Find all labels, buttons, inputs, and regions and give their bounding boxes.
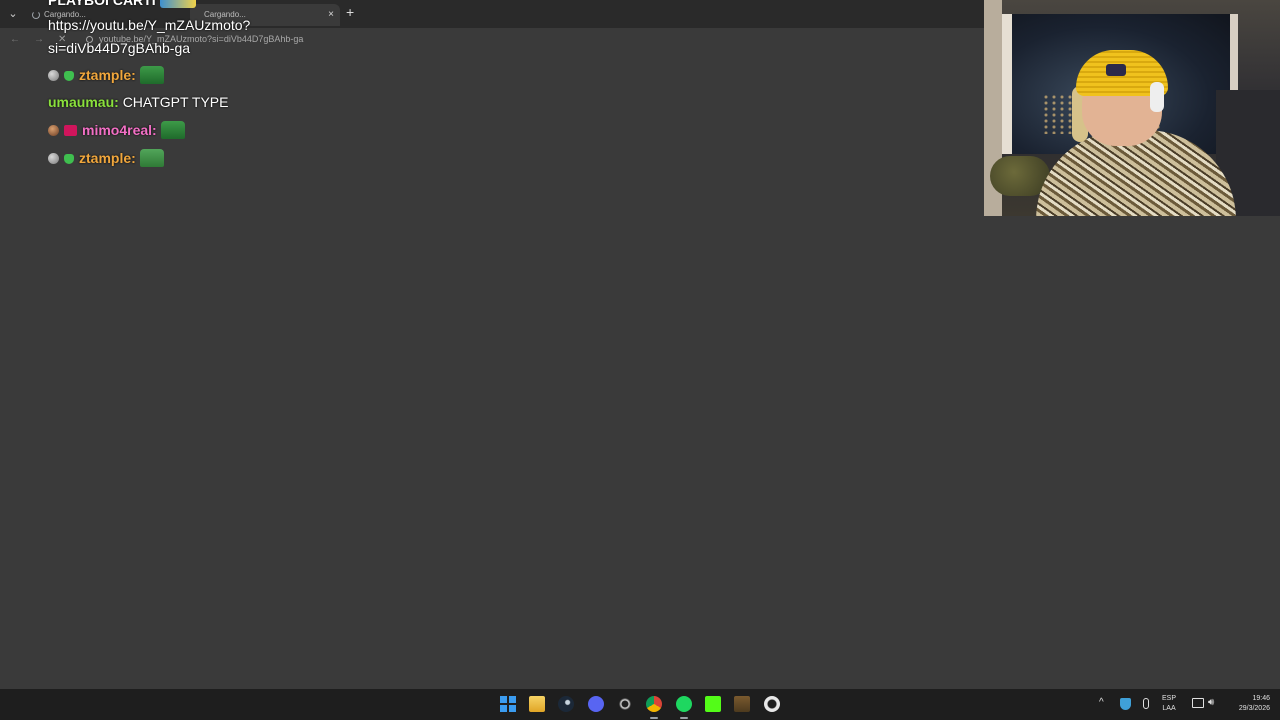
message-text: CHATGPT TYPE — [122, 94, 229, 110]
chat-message: ztample: — [48, 149, 164, 167]
running-app-indicator — [680, 717, 688, 719]
chat-link-line2: si=diVb44D7gBAhb-ga — [48, 40, 191, 56]
subscriber-badge-icon — [64, 154, 74, 164]
chat-message: ztample: — [48, 66, 164, 84]
volume-icon[interactable]: 🔊︎ — [1208, 697, 1214, 720]
new-tab-button[interactable]: + — [346, 4, 354, 20]
back-arrow-icon[interactable]: ← — [10, 34, 20, 45]
beanie-logo — [1106, 64, 1126, 76]
sub-badge-icon — [64, 125, 77, 136]
obs-icon[interactable] — [617, 696, 633, 712]
ccleaner-icon[interactable] — [764, 696, 780, 712]
file-explorer-icon[interactable] — [529, 696, 545, 712]
microphone-icon[interactable] — [1143, 698, 1149, 709]
spotify-icon[interactable] — [676, 696, 692, 712]
username-separator: : — [131, 67, 136, 83]
chat-message: mimo4real: — [48, 121, 185, 139]
security-shield-icon[interactable] — [1120, 698, 1131, 710]
headphones — [1150, 82, 1164, 112]
windows-start-icon[interactable] — [500, 696, 516, 712]
chat-username: ztample — [79, 67, 132, 83]
keyboard-layout: LAA — [1162, 705, 1176, 712]
forward-arrow-icon[interactable]: → — [34, 34, 44, 45]
chat-username: mimo4real — [82, 122, 153, 138]
moderator-badge-icon — [48, 70, 59, 81]
discord-icon[interactable] — [588, 696, 604, 712]
webcam-feed — [984, 0, 1280, 216]
loading-spinner-icon — [32, 11, 40, 19]
minecraft-icon[interactable] — [734, 696, 750, 712]
tab-search-chevron-icon[interactable]: ⌄ — [4, 5, 22, 23]
chat-username: umaumau — [48, 94, 115, 110]
emote-icon — [160, 121, 185, 139]
windows-taskbar: ^ ESP LAA 🔊︎ 19:46 29/3/2026 — [0, 689, 1280, 720]
clock-button[interactable]: 19:46 29/3/2026 — [1226, 694, 1270, 720]
username-separator: : — [131, 150, 136, 166]
chat-link-line1: https://youtu.be/Y_mZAUzmoto? — [48, 17, 251, 33]
emote-icon — [139, 66, 164, 84]
clock-time: 19:46 — [1252, 695, 1270, 702]
avatar-badge-icon — [48, 125, 59, 136]
moderator-badge-icon — [48, 153, 59, 164]
network-icon[interactable] — [1192, 698, 1204, 708]
kick-icon[interactable] — [705, 696, 721, 712]
subscriber-badge-icon — [64, 71, 74, 81]
chat-username: ztample — [79, 150, 132, 166]
input-language-button[interactable]: ESP LAA — [1162, 694, 1176, 720]
close-tab-icon[interactable]: × — [328, 4, 334, 26]
active-app-indicator — [650, 717, 658, 719]
chrome-icon[interactable] — [646, 696, 662, 712]
steam-icon[interactable] — [558, 696, 574, 712]
clock-date: 29/3/2026 — [1238, 705, 1270, 712]
language-code: ESP — [1162, 695, 1177, 702]
message-text: PLAYBOI CARTI — [48, 0, 156, 8]
show-hidden-icons-chevron-icon[interactable]: ^ — [1099, 697, 1104, 720]
emote-icon — [159, 0, 196, 8]
emote-icon — [139, 149, 164, 167]
chat-message-cut: PLAYBOI CARTI — [48, 0, 196, 8]
username-separator: : — [152, 122, 157, 138]
chat-message: umaumau: CHATGPT TYPE — [48, 94, 229, 110]
username-separator: : — [114, 94, 119, 110]
